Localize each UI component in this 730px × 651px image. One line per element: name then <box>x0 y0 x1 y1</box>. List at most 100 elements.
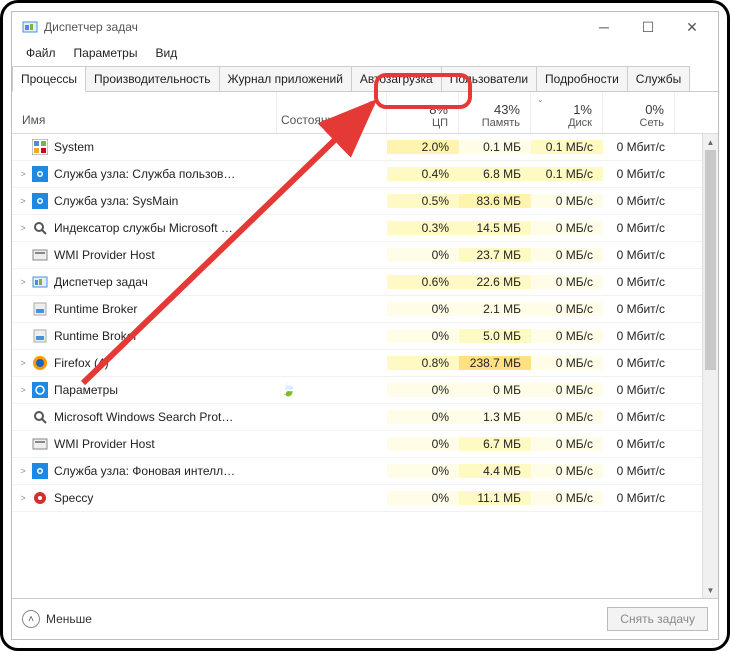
expand-icon[interactable]: > <box>16 169 30 179</box>
expand-icon[interactable]: > <box>16 358 30 368</box>
tab-performance[interactable]: Производительность <box>85 66 219 91</box>
cpu-value: 0% <box>387 410 459 424</box>
network-value: 0 Мбит/с <box>603 329 675 343</box>
network-value: 0 Мбит/с <box>603 437 675 451</box>
minimize-button[interactable]: ─ <box>582 13 626 41</box>
process-icon <box>32 220 48 236</box>
header-name[interactable]: Имя <box>12 92 277 133</box>
cpu-value: 0% <box>387 437 459 451</box>
scroll-up-icon[interactable]: ▲ <box>703 134 718 150</box>
network-value: 0 Мбит/с <box>603 167 675 181</box>
expand-icon[interactable]: > <box>16 223 30 233</box>
process-row[interactable]: >Speccy0%11.1 МБ0 МБ/с0 Мбит/с <box>12 485 718 512</box>
menu-file[interactable]: Файл <box>18 44 64 62</box>
expand-icon[interactable]: > <box>16 196 30 206</box>
expand-icon[interactable]: > <box>16 466 30 476</box>
process-icon <box>32 139 48 155</box>
column-headers: Имя Состояние 8% ЦП 43% Память ⌄ 1% Диск… <box>12 92 718 134</box>
process-icon <box>32 274 48 290</box>
vertical-scrollbar[interactable]: ▲ ▼ <box>702 134 718 598</box>
expand-icon[interactable]: > <box>16 493 30 503</box>
tab-startup[interactable]: Автозагрузка <box>351 66 442 91</box>
memory-value: 83.6 МБ <box>459 194 531 208</box>
process-row[interactable]: Microsoft Windows Search Prot…0%1.3 МБ0 … <box>12 404 718 431</box>
network-value: 0 Мбит/с <box>603 275 675 289</box>
process-row[interactable]: >Служба узла: Служба пользов…0.4%6.8 МБ0… <box>12 161 718 188</box>
cpu-value: 0.4% <box>387 167 459 181</box>
cpu-value: 0% <box>387 491 459 505</box>
tab-processes[interactable]: Процессы <box>12 66 86 92</box>
process-name: Служба узла: Служба пользов… <box>54 167 235 181</box>
memory-value: 1.3 МБ <box>459 410 531 424</box>
cpu-value: 0% <box>387 302 459 316</box>
header-network[interactable]: 0% Сеть <box>603 92 675 133</box>
close-button[interactable]: ✕ <box>670 13 714 41</box>
menu-view[interactable]: Вид <box>147 44 185 62</box>
end-task-button[interactable]: Снять задачу <box>607 607 708 631</box>
process-icon <box>32 463 48 479</box>
memory-value: 23.7 МБ <box>459 248 531 262</box>
disk-value: 0 МБ/с <box>531 356 603 370</box>
disk-value: 0.1 МБ/с <box>531 167 603 181</box>
process-row[interactable]: Runtime Broker0%5.0 МБ0 МБ/с0 Мбит/с <box>12 323 718 350</box>
process-name: Microsoft Windows Search Prot… <box>54 410 233 424</box>
cpu-value: 0% <box>387 329 459 343</box>
process-row[interactable]: WMI Provider Host0%6.7 МБ0 МБ/с0 Мбит/с <box>12 431 718 458</box>
header-state[interactable]: Состояние <box>277 92 387 133</box>
process-icon <box>32 436 48 452</box>
cpu-value: 0% <box>387 383 459 397</box>
fewer-details-button[interactable]: ˄ Меньше <box>22 610 92 628</box>
memory-value: 2.1 МБ <box>459 302 531 316</box>
leaf-icon: 🍃 <box>281 383 296 397</box>
network-value: 0 Мбит/с <box>603 248 675 262</box>
expand-icon[interactable]: > <box>16 277 30 287</box>
tab-users[interactable]: Пользователи <box>441 66 537 91</box>
header-cpu[interactable]: 8% ЦП <box>387 92 459 133</box>
process-row[interactable]: >Firefox (4)0.8%238.7 МБ0 МБ/с0 Мбит/с <box>12 350 718 377</box>
process-name: Индексатор службы Microsoft … <box>54 221 233 235</box>
process-row[interactable]: Runtime Broker0%2.1 МБ0 МБ/с0 Мбит/с <box>12 296 718 323</box>
network-value: 0 Мбит/с <box>603 302 675 316</box>
disk-value: 0 МБ/с <box>531 437 603 451</box>
tab-details[interactable]: Подробности <box>536 66 628 91</box>
process-name: System <box>54 140 94 154</box>
memory-value: 238.7 МБ <box>459 356 531 370</box>
process-row[interactable]: >Служба узла: Фоновая интелл…0%4.4 МБ0 М… <box>12 458 718 485</box>
menu-options[interactable]: Параметры <box>66 44 146 62</box>
process-row[interactable]: WMI Provider Host0%23.7 МБ0 МБ/с0 Мбит/с <box>12 242 718 269</box>
scroll-thumb[interactable] <box>705 150 716 370</box>
process-name: Служба узла: SysMain <box>54 194 178 208</box>
cpu-value: 0% <box>387 248 459 262</box>
process-row[interactable]: >Индексатор службы Microsoft …0.3%14.5 М… <box>12 215 718 242</box>
process-icon <box>32 328 48 344</box>
process-row[interactable]: >Служба узла: SysMain0.5%83.6 МБ0 МБ/с0 … <box>12 188 718 215</box>
expand-icon[interactable]: > <box>16 385 30 395</box>
process-row[interactable]: >Параметры🍃0%0 МБ0 МБ/с0 Мбит/с <box>12 377 718 404</box>
cpu-value: 0.5% <box>387 194 459 208</box>
chevron-down-icon: ⌄ <box>537 95 544 104</box>
disk-value: 0 МБ/с <box>531 383 603 397</box>
scroll-down-icon[interactable]: ▼ <box>703 582 718 598</box>
cpu-value: 0% <box>387 464 459 478</box>
disk-value: 0 МБ/с <box>531 248 603 262</box>
network-value: 0 Мбит/с <box>603 194 675 208</box>
process-state: 🍃 <box>277 383 387 397</box>
tab-app-history[interactable]: Журнал приложений <box>219 66 352 91</box>
disk-value: 0.1 МБ/с <box>531 140 603 154</box>
header-disk[interactable]: ⌄ 1% Диск <box>531 92 603 133</box>
process-row[interactable]: >Диспетчер задач0.6%22.6 МБ0 МБ/с0 Мбит/… <box>12 269 718 296</box>
memory-value: 22.6 МБ <box>459 275 531 289</box>
maximize-button[interactable]: ☐ <box>626 13 670 41</box>
network-value: 0 Мбит/с <box>603 464 675 478</box>
tab-services[interactable]: Службы <box>627 66 690 91</box>
process-icon <box>32 355 48 371</box>
task-manager-window: Диспетчер задач ─ ☐ ✕ Файл Параметры Вид… <box>11 11 719 640</box>
cpu-value: 0.8% <box>387 356 459 370</box>
network-value: 0 Мбит/с <box>603 410 675 424</box>
header-memory[interactable]: 43% Память <box>459 92 531 133</box>
disk-value: 0 МБ/с <box>531 410 603 424</box>
process-row[interactable]: System2.0%0.1 МБ0.1 МБ/с0 Мбит/с <box>12 134 718 161</box>
memory-value: 0 МБ <box>459 383 531 397</box>
disk-value: 0 МБ/с <box>531 275 603 289</box>
network-value: 0 Мбит/с <box>603 383 675 397</box>
